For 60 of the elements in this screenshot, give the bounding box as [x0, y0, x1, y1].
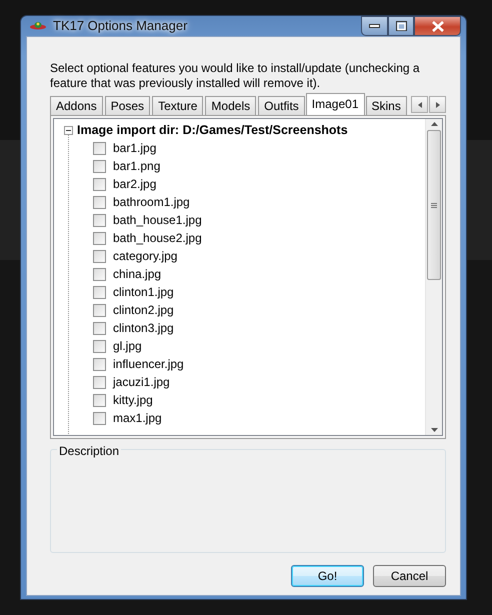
- file-name[interactable]: clinton3.jpg: [113, 319, 174, 337]
- checkbox[interactable]: [93, 250, 106, 262]
- checkbox[interactable]: [93, 160, 106, 172]
- scroll-down-icon[interactable]: [430, 428, 438, 432]
- minimize-button[interactable]: [361, 16, 388, 36]
- close-button[interactable]: [414, 16, 461, 36]
- tab[interactable]: Image01: [306, 93, 364, 115]
- checkbox[interactable]: [93, 286, 106, 298]
- file-name[interactable]: china.jpg: [113, 265, 162, 283]
- file-name[interactable]: jacuzi1.jpg: [113, 373, 170, 391]
- cancel-button[interactable]: Cancel: [373, 565, 446, 587]
- maximize-button[interactable]: [388, 16, 414, 36]
- checkbox[interactable]: [93, 214, 106, 226]
- app-icon: [29, 20, 47, 32]
- instruction-text: Select optional features you would like to install/update (unchecking a feature that was previously installed will remove it).: [50, 61, 421, 91]
- checkbox[interactable]: [93, 196, 106, 208]
- file-name[interactable]: bar1.png: [113, 157, 160, 175]
- file-name[interactable]: clinton2.jpg: [113, 301, 174, 319]
- file-name[interactable]: bath_house2.jpg: [113, 229, 202, 247]
- scroll-right-button[interactable]: [429, 96, 446, 113]
- scroll-up-icon[interactable]: [430, 122, 438, 126]
- file-name[interactable]: bar2.jpg: [113, 175, 156, 193]
- file-name[interactable]: bath_house1.jpg: [113, 211, 202, 229]
- checkbox[interactable]: [93, 322, 106, 334]
- file-name[interactable]: influencer.jpg: [113, 355, 184, 373]
- scroll-left-button[interactable]: [411, 96, 428, 113]
- checkbox[interactable]: [93, 178, 106, 190]
- scrollbar[interactable]: [425, 119, 442, 435]
- checkbox[interactable]: [93, 412, 106, 424]
- close-icon: [432, 20, 444, 32]
- tree-root-label[interactable]: Image import dir: D:/Games/Test/Screenshots: [77, 120, 348, 140]
- checkbox[interactable]: [93, 232, 106, 244]
- tab[interactable]: Outfits: [258, 96, 305, 115]
- file-name[interactable]: category.jpg: [113, 247, 178, 265]
- file-name[interactable]: clinton1.jpg: [113, 283, 174, 301]
- minimize-icon: [369, 24, 380, 28]
- tab[interactable]: Skins: [366, 96, 407, 115]
- tab[interactable]: Texture: [152, 96, 204, 115]
- checkbox[interactable]: [93, 268, 106, 280]
- checkbox[interactable]: [93, 358, 106, 370]
- left-arrow-icon: [416, 100, 422, 108]
- tab[interactable]: Addons: [50, 96, 103, 115]
- file-name[interactable]: max1.jpg: [113, 409, 162, 427]
- scrollbar-thumb[interactable]: [427, 130, 441, 280]
- collapse-icon[interactable]: [64, 126, 73, 134]
- checkbox[interactable]: [93, 376, 106, 388]
- window-title: TK17 Options Manager: [53, 17, 188, 36]
- checkbox[interactable]: [93, 394, 106, 406]
- file-name[interactable]: gl.jpg: [113, 337, 142, 355]
- tab[interactable]: Poses: [104, 96, 150, 115]
- file-name[interactable]: bathroom1.jpg: [113, 193, 190, 211]
- file-name[interactable]: kitty.jpg: [113, 391, 153, 409]
- checkbox[interactable]: [93, 340, 106, 352]
- file-name[interactable]: bar1.jpg: [113, 139, 156, 157]
- tab[interactable]: Models: [205, 96, 256, 115]
- right-arrow-icon: [434, 100, 440, 108]
- checkbox[interactable]: [93, 304, 106, 316]
- checkbox[interactable]: [93, 142, 106, 154]
- go-button[interactable]: Go!: [291, 565, 364, 587]
- maximize-icon: [396, 21, 406, 31]
